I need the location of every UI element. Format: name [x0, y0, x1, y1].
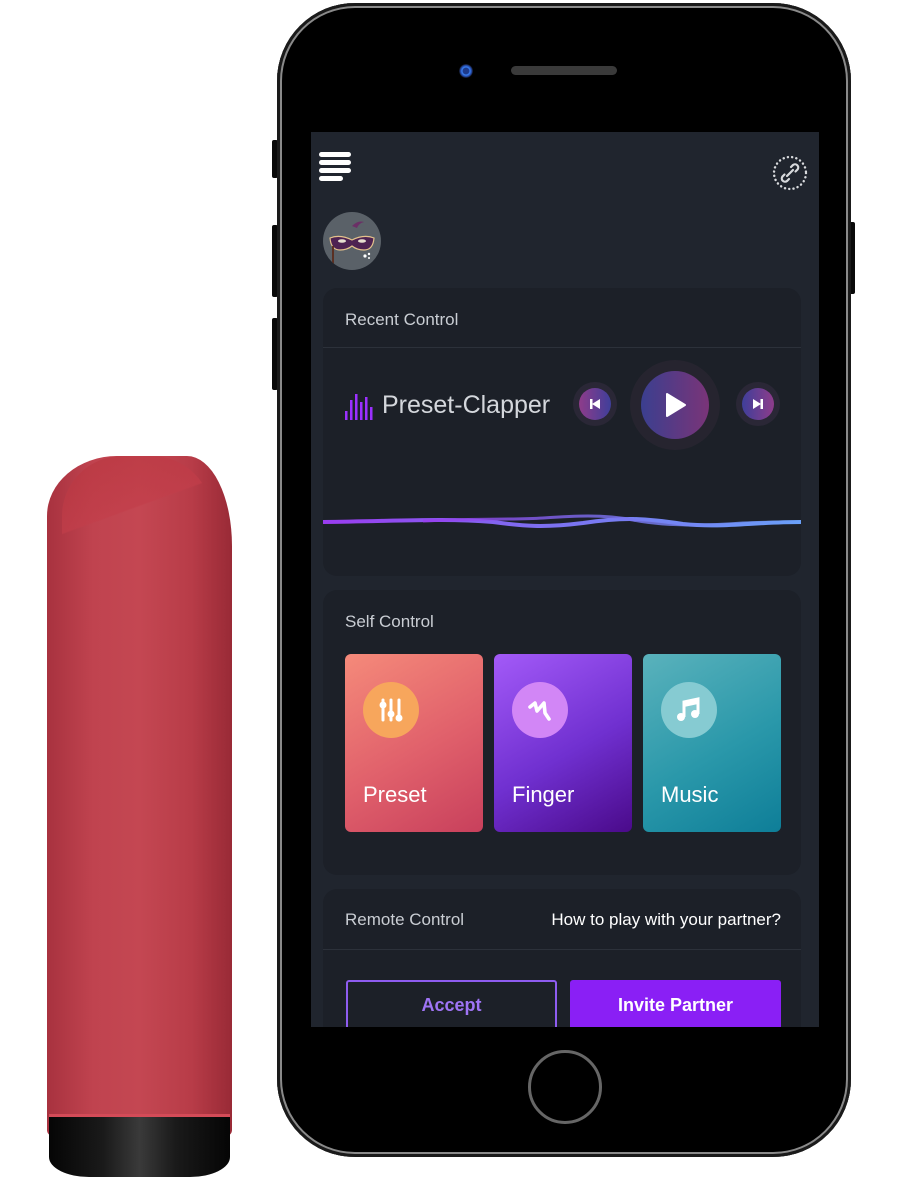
skip-previous-button[interactable]: [579, 388, 611, 420]
finger-label: Finger: [512, 782, 575, 807]
home-button: [528, 1050, 602, 1124]
divider: [323, 949, 801, 950]
earpiece-speaker: [511, 66, 617, 75]
skip-next-button[interactable]: [742, 388, 774, 420]
finger-tile[interactable]: Finger: [494, 654, 632, 832]
masquerade-mask-icon: [329, 221, 375, 266]
invite-partner-button[interactable]: Invite Partner: [570, 980, 781, 1027]
track-name: Preset-Clapper: [382, 391, 551, 419]
music-tile[interactable]: Music: [643, 654, 781, 832]
app-screen: Recent Control Preset-Clapper Self Contr…: [311, 132, 819, 1027]
waveform: [323, 514, 801, 528]
remote-control-title: Remote Control: [345, 910, 465, 929]
self-control-card: Self Control Preset Finger Music: [323, 590, 801, 875]
product-cap: [49, 1117, 230, 1177]
how-to-play-link[interactable]: How to play with your partner?: [551, 910, 781, 930]
divider: [323, 347, 801, 348]
link-dotted-circle-icon[interactable]: [771, 154, 809, 192]
self-control-title: Self Control: [345, 612, 434, 631]
avatar[interactable]: [323, 212, 381, 270]
skip-previous-icon: [590, 399, 600, 409]
sliders-icon: [363, 682, 419, 738]
equalizer-bars-icon: [345, 394, 373, 420]
play-button[interactable]: [641, 371, 709, 439]
product-vibrator: [0, 0, 260, 1200]
music-label: Music: [661, 782, 719, 807]
front-camera-icon: [459, 64, 473, 78]
play-icon: [666, 393, 686, 417]
recent-control-card: Recent Control Preset-Clapper: [323, 288, 801, 576]
recent-control-title: Recent Control: [345, 310, 459, 329]
remote-control-card: Remote Control How to play with your par…: [323, 889, 801, 1027]
product-body: [47, 456, 232, 1136]
hamburger-menu-icon[interactable]: [319, 152, 351, 186]
music-note-icon: [661, 682, 717, 738]
preset-label: Preset: [363, 782, 427, 807]
preset-tile[interactable]: Preset: [345, 654, 483, 832]
accept-button[interactable]: Accept: [346, 980, 557, 1027]
finger-squiggle-icon: [512, 682, 568, 738]
product-tip: [62, 456, 212, 556]
skip-next-icon: [753, 399, 763, 409]
